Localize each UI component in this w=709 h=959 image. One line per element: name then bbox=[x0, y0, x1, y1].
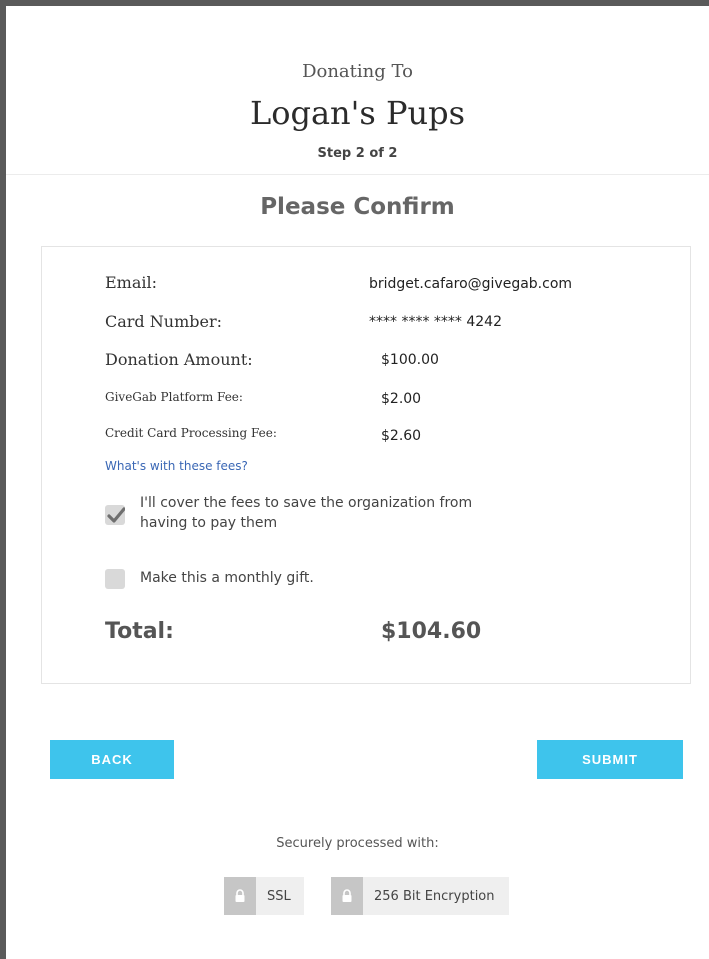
platform-fee-value: $2.00 bbox=[381, 391, 422, 407]
lock-icon bbox=[224, 877, 256, 915]
submit-button[interactable]: SUBMIT bbox=[537, 740, 683, 779]
cover-fees-label-line1: I'll cover the fees to save the organiza… bbox=[140, 495, 473, 511]
encryption-badge: 256 Bit Encryption bbox=[331, 877, 509, 915]
processing-fee-label: Credit Card Processing Fee: bbox=[105, 426, 277, 440]
organization-name: Logan's Pups bbox=[249, 94, 466, 132]
processing-fee-value: $2.60 bbox=[381, 428, 422, 444]
checkmark-icon bbox=[107, 507, 125, 523]
encryption-label: 256 Bit Encryption bbox=[374, 888, 495, 904]
fees-info-link[interactable]: What's with these fees? bbox=[105, 459, 248, 473]
email-value: bridget.cafaro@givegab.com bbox=[369, 276, 573, 292]
donation-amount-value: $100.00 bbox=[381, 352, 439, 368]
ssl-badge: SSL bbox=[224, 877, 304, 915]
card-number-value: **** **** **** 4242 bbox=[369, 314, 502, 330]
cover-fees-checkbox[interactable] bbox=[105, 505, 125, 525]
donating-to-label: Donating To bbox=[302, 61, 413, 82]
monthly-gift-label: Make this a monthly gift. bbox=[140, 570, 314, 586]
monthly-gift-checkbox[interactable] bbox=[105, 569, 125, 589]
card-number-label: Card Number: bbox=[105, 312, 222, 331]
step-indicator: Step 2 of 2 bbox=[317, 146, 398, 161]
secure-processing-text: Securely processed with: bbox=[276, 836, 439, 851]
page-title: Please Confirm bbox=[260, 194, 455, 220]
total-label: Total: bbox=[105, 619, 174, 644]
lock-icon bbox=[331, 877, 363, 915]
donation-summary-card: Email: bridget.cafaro@givegab.com Card N… bbox=[41, 246, 691, 684]
total-value: $104.60 bbox=[381, 619, 482, 644]
window-frame-left bbox=[0, 0, 6, 959]
platform-fee-label: GiveGab Platform Fee: bbox=[105, 390, 243, 404]
email-label: Email: bbox=[105, 273, 158, 292]
ssl-label: SSL bbox=[267, 888, 291, 904]
header-divider bbox=[6, 174, 709, 175]
window-frame-top bbox=[0, 0, 709, 6]
back-button[interactable]: BACK bbox=[50, 740, 174, 779]
cover-fees-label-line2: having to pay them bbox=[140, 515, 278, 531]
donation-amount-label: Donation Amount: bbox=[105, 350, 253, 369]
